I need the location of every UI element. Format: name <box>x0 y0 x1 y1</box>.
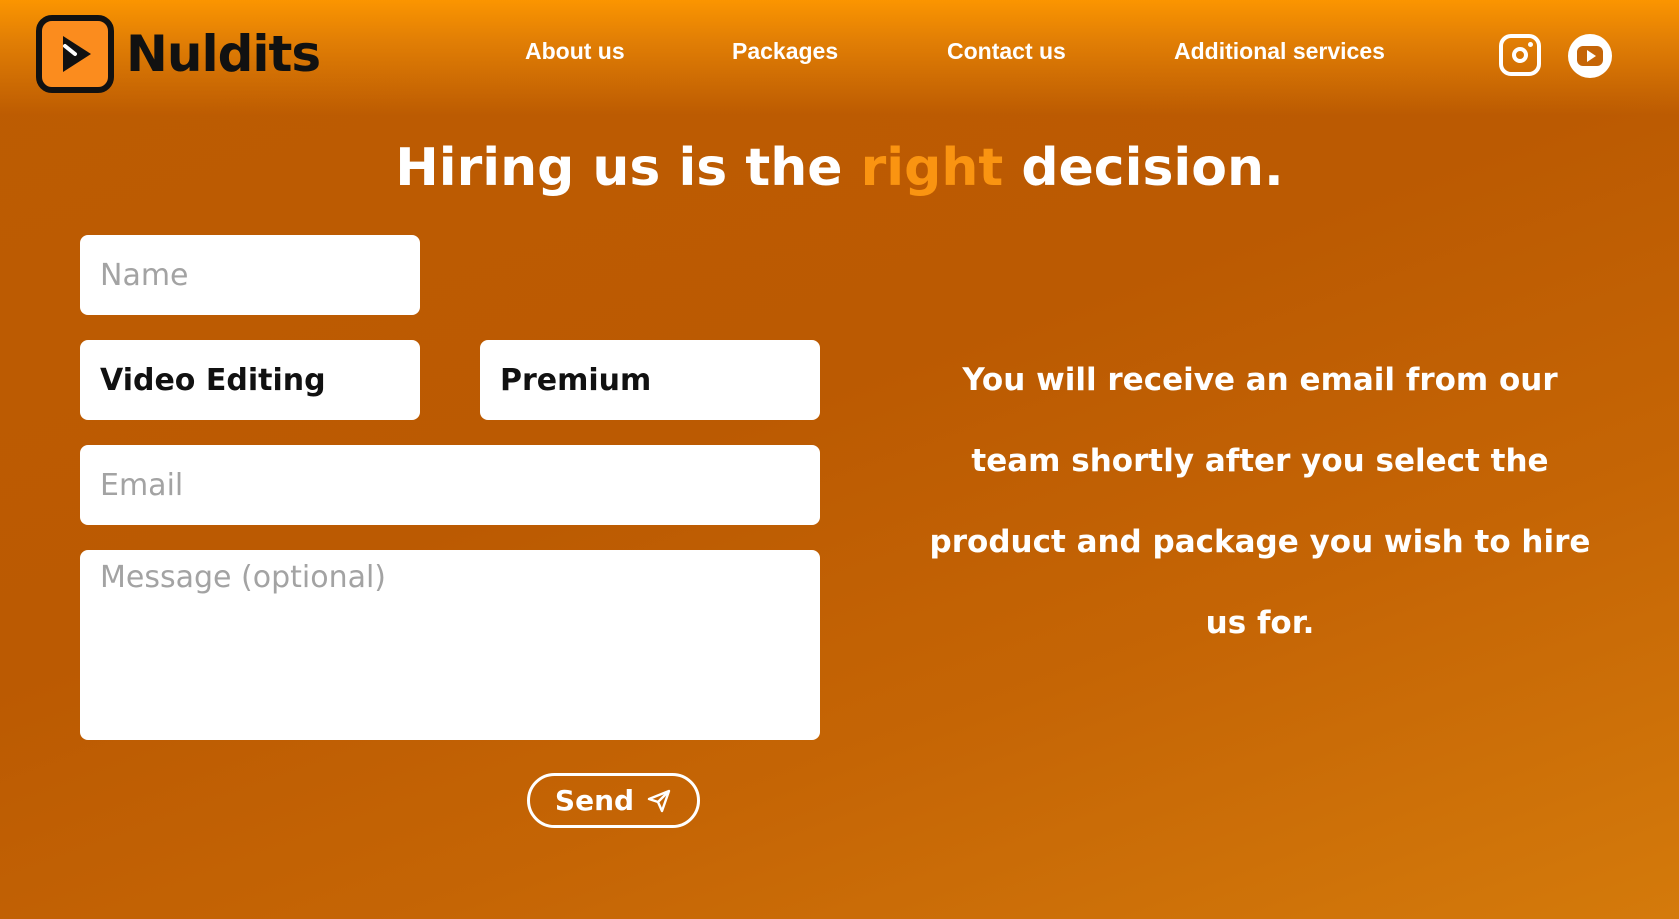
product-value: Video Editing <box>100 362 326 398</box>
package-value: Premium <box>500 362 652 398</box>
send-button[interactable]: Send <box>527 773 700 828</box>
name-placeholder: Name <box>100 257 189 293</box>
email-placeholder: Email <box>100 467 184 503</box>
youtube-icon[interactable] <box>1568 34 1612 78</box>
send-label: Send <box>554 784 635 817</box>
headline-before: Hiring us is the <box>395 138 843 198</box>
headline-after: decision. <box>1021 138 1284 198</box>
instagram-lens <box>1512 47 1528 63</box>
main-nav: About us Packages Contact us Additional … <box>0 38 1679 74</box>
nav-packages[interactable]: Packages <box>732 38 838 65</box>
instagram-dot <box>1528 42 1533 47</box>
headline-accent: right <box>860 138 1004 198</box>
nav-about-us[interactable]: About us <box>525 38 625 65</box>
nav-additional-services[interactable]: Additional services <box>1174 38 1385 65</box>
message-textarea[interactable]: Message (optional) <box>80 550 820 740</box>
name-field[interactable]: Name <box>80 235 420 315</box>
info-text: You will receive an email from our team … <box>929 362 1591 641</box>
message-placeholder: Message (optional) <box>100 560 387 595</box>
email-field[interactable]: Email <box>80 445 820 525</box>
page-headline: Hiring us is the right decision. <box>0 138 1679 198</box>
send-icon <box>647 789 671 812</box>
product-select[interactable]: Video Editing <box>80 340 420 420</box>
package-select[interactable]: Premium <box>480 340 820 420</box>
youtube-play <box>1587 50 1596 62</box>
nav-contact-us[interactable]: Contact us <box>947 38 1066 65</box>
instagram-icon[interactable] <box>1499 34 1541 76</box>
